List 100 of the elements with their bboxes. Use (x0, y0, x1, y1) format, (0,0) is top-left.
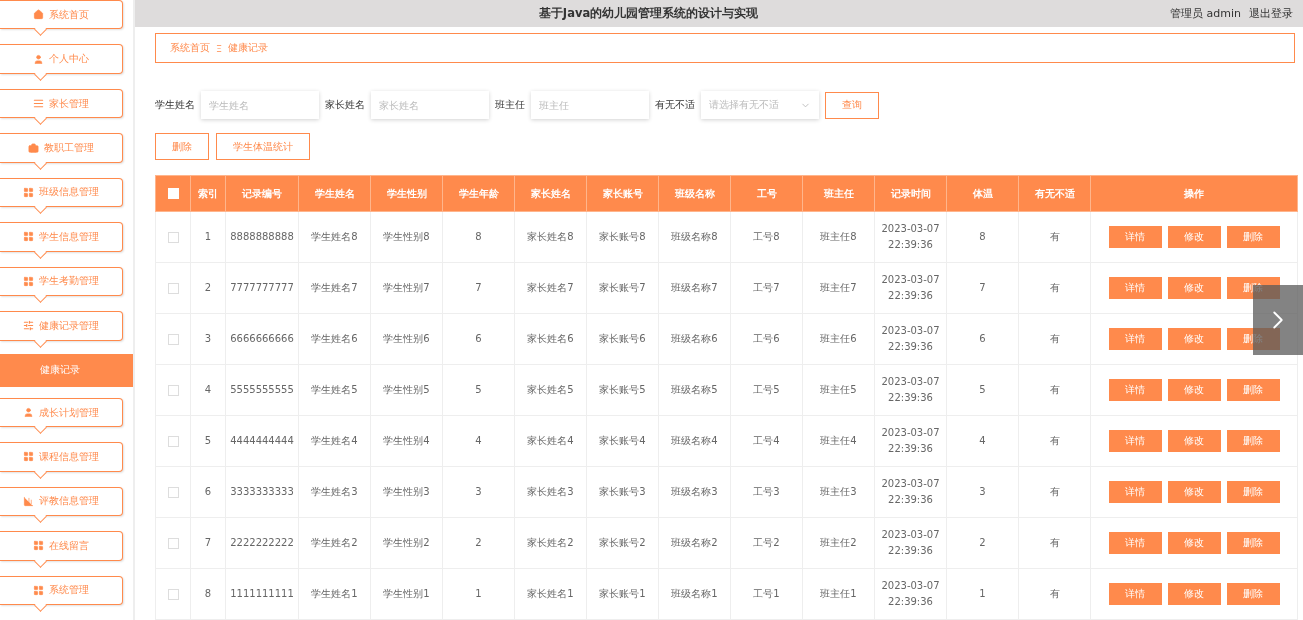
table-cell: 家长账号5 (586, 364, 659, 416)
row-action-button[interactable]: 详情 (1108, 226, 1162, 248)
checkbox[interactable] (167, 588, 179, 600)
table-cell: 班主任6 (802, 313, 875, 365)
row-action-button[interactable]: 详情 (1108, 481, 1162, 503)
sliders-icon (23, 320, 34, 332)
row-action-button[interactable]: 详情 (1108, 583, 1162, 605)
row-action-button[interactable]: 删除 (1226, 226, 1280, 248)
table-cell: 5 (442, 364, 515, 416)
table-cell: 5 (946, 364, 1019, 416)
table-cell: 2023-03-07 22:39:36 (874, 568, 947, 620)
table-cell: 学生性别3 (370, 466, 443, 518)
table-cell: 家长姓名2 (514, 517, 587, 569)
row-action-button[interactable]: 删除 (1226, 430, 1280, 452)
table-cell: 1111111111 (225, 568, 299, 620)
input-field[interactable]: 学生姓名 (201, 91, 319, 119)
row-action-button[interactable]: 修改 (1167, 226, 1221, 248)
row-action-button[interactable]: 删除 (1226, 481, 1280, 503)
select-field[interactable]: 请选择有无不适 (701, 91, 819, 119)
table-cell: 2023-03-07 22:39:36 (874, 262, 947, 314)
table-cell: 1 (946, 568, 1019, 620)
table-cell: 学生性别1 (370, 568, 443, 620)
row-action-button[interactable]: 修改 (1167, 277, 1221, 299)
checkbox[interactable] (167, 537, 179, 549)
table-cell: 班级名称2 (658, 517, 731, 569)
checkbox[interactable] (167, 282, 179, 294)
table-cell: 2023-03-07 22:39:36 (874, 364, 947, 416)
table-cell: 8 (442, 211, 515, 263)
table-cell: 有 (1018, 211, 1091, 263)
action-button[interactable]: 学生体温统计 (216, 133, 310, 160)
table-cell: 2023-03-07 22:39:36 (874, 466, 947, 518)
table-cell: 3 (946, 466, 1019, 518)
table-cell: 家长账号6 (586, 313, 659, 365)
table-cell: 班级名称5 (658, 364, 731, 416)
table-cell: 学生性别4 (370, 415, 443, 467)
checkbox[interactable] (167, 384, 179, 396)
row-action-button[interactable]: 详情 (1108, 328, 1162, 350)
table-cell: 有 (1018, 466, 1091, 518)
grid-icon (23, 275, 34, 287)
table-cell: 班级名称7 (658, 262, 731, 314)
table-cell: 班主任1 (802, 568, 875, 620)
row-action-button[interactable]: 修改 (1167, 430, 1221, 452)
table-cell: 7 (442, 262, 515, 314)
breadcrumb-separator: Ξ (216, 42, 222, 54)
table-cell: 6 (442, 313, 515, 365)
table-cell: 学生姓名5 (298, 364, 371, 416)
table-cell: 7 (946, 262, 1019, 314)
table-cell: 2023-03-07 22:39:36 (874, 313, 947, 365)
column-header: 索引 (190, 175, 226, 212)
query-button[interactable]: 查询 (825, 91, 879, 119)
table-cell: 有 (1018, 415, 1091, 467)
row-action-button[interactable]: 详情 (1108, 277, 1162, 299)
logout-link[interactable]: 退出登录 (1249, 6, 1293, 21)
table-cell: 学生姓名3 (298, 466, 371, 518)
row-action-button[interactable]: 删除 (1226, 532, 1280, 554)
row-action-button[interactable]: 详情 (1108, 532, 1162, 554)
field-label: 家长姓名 (325, 98, 365, 112)
row-action-button[interactable]: 修改 (1167, 481, 1221, 503)
table-cell: 班级名称8 (658, 211, 731, 263)
table-cell: 有 (1018, 262, 1091, 314)
grid-icon (33, 584, 44, 596)
table-cell: 工号7 (730, 262, 803, 314)
table-cell: 家长姓名4 (514, 415, 587, 467)
checkbox[interactable] (167, 231, 179, 243)
table-cell: 4 (442, 415, 515, 467)
column-header: 操作 (1090, 175, 1298, 212)
row-action-button[interactable]: 详情 (1108, 379, 1162, 401)
column-header: 班主任 (802, 175, 875, 212)
table-cell: 工号1 (730, 568, 803, 620)
table-cell: 1 (442, 568, 515, 620)
row-action-button[interactable]: 修改 (1167, 379, 1221, 401)
user-label: 管理员 admin (1170, 6, 1241, 21)
breadcrumb-link[interactable]: 系统首页 (170, 41, 210, 55)
table-cell: 家长账号3 (586, 466, 659, 518)
row-action-button[interactable]: 删除 (1226, 379, 1280, 401)
row-action-button[interactable]: 修改 (1167, 532, 1221, 554)
action-button[interactable]: 删除 (155, 133, 209, 160)
table-cell: 3333333333 (225, 466, 299, 518)
table-cell: 4444444444 (225, 415, 299, 467)
next-arrow-button[interactable] (1253, 285, 1303, 355)
input-field[interactable]: 家长姓名 (371, 91, 489, 119)
table-cell: 班级名称1 (658, 568, 731, 620)
column-header: 班级名称 (658, 175, 731, 212)
sidebar-subitem[interactable]: 健康记录 (0, 353, 133, 387)
table-cell: 班主任5 (802, 364, 875, 416)
row-action-button[interactable]: 修改 (1167, 583, 1221, 605)
checkbox[interactable] (167, 486, 179, 498)
column-header: 体温 (946, 175, 1019, 212)
column-header: 家长账号 (586, 175, 659, 212)
checkbox[interactable] (167, 333, 179, 345)
table-cell: 学生姓名1 (298, 568, 371, 620)
row-action-button[interactable]: 删除 (1226, 583, 1280, 605)
table-cell: 家长账号2 (586, 517, 659, 569)
checkbox[interactable] (167, 435, 179, 447)
table-cell: 家长账号7 (586, 262, 659, 314)
table-cell: 2023-03-07 22:39:36 (874, 415, 947, 467)
table-cell: 班级名称6 (658, 313, 731, 365)
row-action-button[interactable]: 详情 (1108, 430, 1162, 452)
row-action-button[interactable]: 修改 (1167, 328, 1221, 350)
breadcrumb-link[interactable]: 健康记录 (228, 41, 268, 55)
